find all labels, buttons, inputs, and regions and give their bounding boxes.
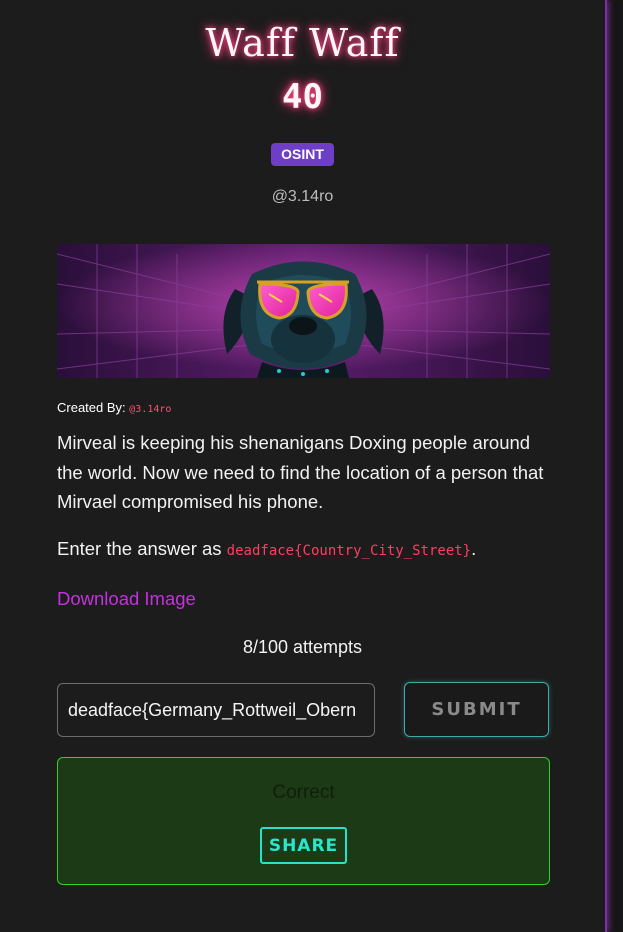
answer-format-code: deadface{Country_City_Street} — [226, 543, 472, 559]
created-by-label: Created By: — [57, 400, 126, 415]
created-by-handle: @3.14ro — [129, 404, 172, 415]
answer-format-line: Enter the answer as deadface{Country_Cit… — [57, 538, 476, 560]
attempts-counter: 8/100 attempts — [242, 637, 363, 657]
challenge-author: @3.14ro — [271, 188, 334, 205]
download-image-link[interactable]: Download Image — [57, 588, 196, 610]
challenge-title: Waff Waff — [205, 21, 400, 65]
challenge-points: 40 — [282, 77, 323, 117]
result-box: Correct SHARE — [57, 757, 550, 885]
result-message: Correct — [272, 782, 335, 803]
submit-button[interactable]: SUBMIT — [404, 682, 549, 737]
answer-format-prefix: Enter the answer as — [57, 538, 227, 559]
answer-format-suffix: . — [471, 538, 477, 559]
challenge-banner-image — [57, 244, 550, 378]
challenge-panel: Waff Waff 40 OSINT @3.14ro Created By: @… — [0, 0, 607, 932]
share-button[interactable]: SHARE — [260, 827, 347, 864]
category-badge: OSINT — [271, 143, 334, 166]
created-by: Created By: @3.14ro — [57, 400, 171, 415]
challenge-description: Mirveal is keeping his shenanigans Doxin… — [57, 432, 544, 512]
flag-input[interactable] — [57, 683, 375, 737]
